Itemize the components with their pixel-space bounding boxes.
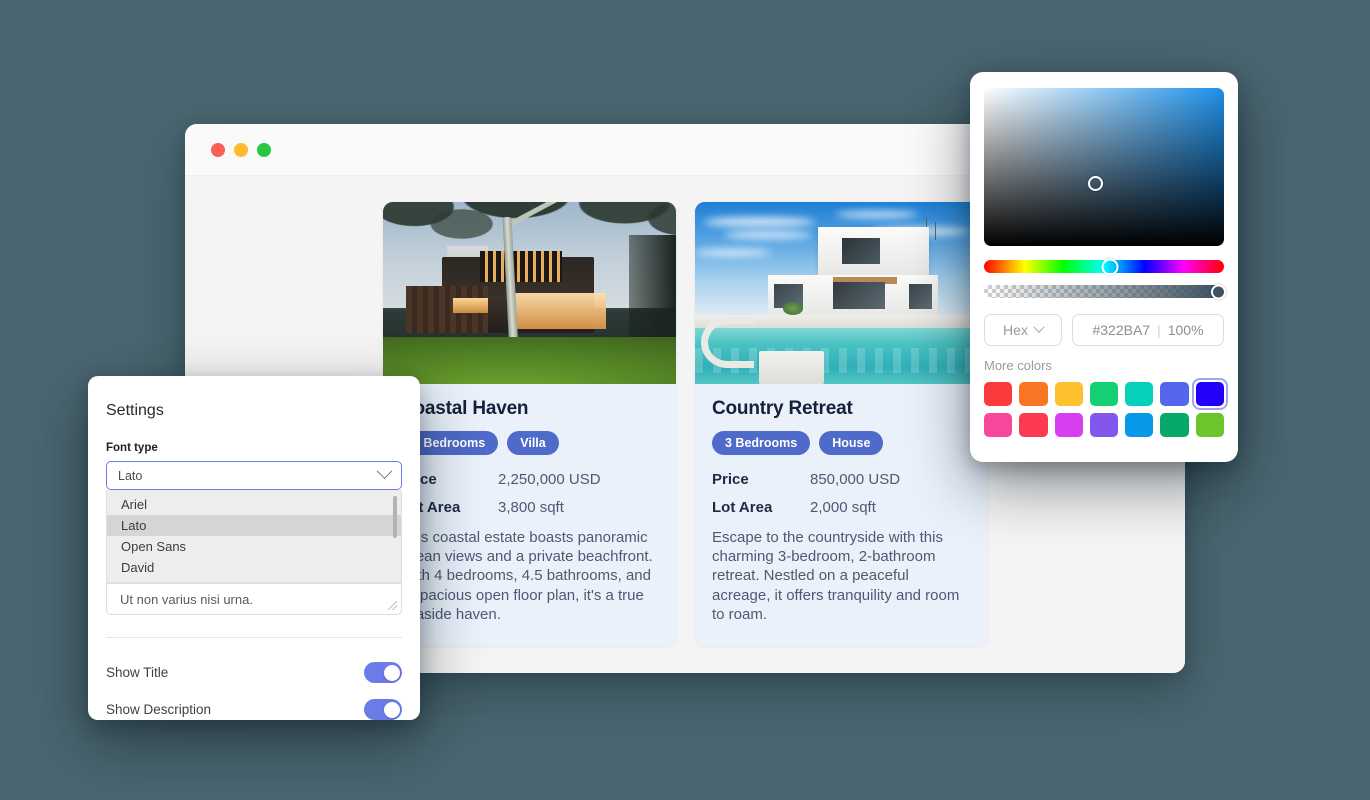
show-description-label: Show Description [106,702,212,717]
opacity-slider-handle[interactable] [1211,284,1226,299]
card-title: Country Retreat [712,398,853,419]
input-separator: | [1157,322,1161,338]
card-badge-group: 4 Bedrooms Villa [400,431,659,455]
color-swatch[interactable] [984,413,1013,437]
font-type-select[interactable]: Lato [106,461,402,490]
swatch-wrap [1089,382,1119,406]
swatch-wrap [1195,413,1224,437]
hex-value-input[interactable]: #322BA7 | 100% [1072,314,1224,346]
dropdown-option-david[interactable]: David [107,557,401,578]
opacity-value-text: 100% [1167,322,1204,338]
dropdown-option-lato[interactable]: Lato [107,515,401,536]
spec-row-price: Price 850,000 USD [712,471,971,488]
swatch-wrap [1160,382,1189,406]
swatch-wrap [1054,413,1083,437]
show-title-row: Show Title [106,654,402,691]
color-swatch[interactable] [1054,413,1083,437]
color-swatch[interactable] [1125,413,1154,437]
card-description: Escape to the countryside with this char… [712,529,960,623]
toggle-knob [383,664,400,681]
card-badge-group: 3 Bedrooms House [712,431,971,455]
spec-label: Lot Area [712,499,773,516]
font-type-dropdown-list: Ariel Lato Open Sans David [106,490,402,583]
badge-property-type: House [819,431,884,455]
badge-bedrooms: 3 Bedrooms [712,431,811,455]
color-swatch[interactable] [1089,413,1119,437]
spec-value: 2,000 sqft [810,499,876,516]
color-picker-panel: Hex #322BA7 | 100% More colors [970,72,1238,462]
dropdown-option-open-sans[interactable]: Open Sans [107,536,401,557]
color-swatch[interactable] [1054,382,1083,406]
dropdown-option-ariel[interactable]: Ariel [107,494,401,515]
swatch-wrap [1054,382,1083,406]
card-content: Coastal Haven 4 Bedrooms Villa Price 2,2… [383,384,676,646]
spec-value: 2,250,000 USD [498,471,601,488]
more-colors-label: More colors [984,358,1052,373]
settings-panel: Settings Font type Lato Ariel Lato Open … [88,376,420,720]
color-swatch[interactable] [1089,382,1119,406]
swatch-wrap [1019,382,1048,406]
chevron-down-icon [376,463,393,480]
swatch-wrap [1019,413,1048,437]
show-description-toggle[interactable] [364,699,402,720]
spec-row-price: Price 2,250,000 USD [400,471,659,488]
spec-row-lot-area: Lot Area 2,000 sqft [712,499,971,516]
spec-value: 3,800 sqft [498,499,564,516]
color-input-row: Hex #322BA7 | 100% [984,314,1224,346]
color-swatch-selected[interactable] [1195,382,1224,406]
swatch-wrap-selected [1191,378,1229,410]
badge-property-type: Villa [507,431,559,455]
color-format-value: Hex [1003,322,1028,338]
swatch-wrap [984,382,1013,406]
swatch-wrap [1125,413,1154,437]
property-card[interactable]: Coastal Haven 4 Bedrooms Villa Price 2,2… [383,202,676,646]
color-swatch[interactable] [1019,382,1048,406]
swatch-wrap [1125,382,1154,406]
color-swatch-grid [984,378,1229,437]
hue-slider-handle[interactable] [1101,258,1119,275]
chevron-down-icon [1033,321,1045,333]
spec-row-lot-area: Lot Area 3,800 sqft [400,499,659,516]
show-description-row: Show Description [106,691,402,720]
show-title-label: Show Title [106,665,169,680]
description-textarea[interactable]: Ut non varius nisi urna. [106,583,402,615]
swatch-wrap [984,413,1013,437]
property-card[interactable]: Country Retreat 3 Bedrooms House Price 8… [695,202,988,646]
color-swatch[interactable] [984,382,1013,406]
resize-handle-icon[interactable] [388,601,397,610]
dropdown-scrollbar[interactable] [393,496,397,538]
textarea-value: Ut non varius nisi urna. [120,591,253,607]
property-image-country-retreat [695,202,988,384]
spec-value: 850,000 USD [810,471,901,488]
hue-slider[interactable] [984,258,1224,275]
swatch-wrap [1089,413,1119,437]
toggle-knob [383,701,400,718]
saturation-value-area[interactable] [984,88,1224,246]
card-description: This coastal estate boasts panoramic oce… [400,529,653,623]
settings-divider [106,637,402,638]
opacity-slider[interactable] [984,284,1226,299]
color-swatch[interactable] [1160,413,1189,437]
property-image-coastal-haven [383,202,676,384]
minimize-window-icon[interactable] [234,142,248,157]
spec-label: Price [712,471,749,488]
close-window-icon[interactable] [211,142,225,157]
color-swatch[interactable] [1195,413,1224,437]
font-type-label: Font type [106,442,158,454]
card-title: Coastal Haven [400,398,529,419]
settings-panel-title: Settings [106,402,164,419]
color-swatch[interactable] [1160,382,1189,406]
hex-value-text: #322BA7 [1092,322,1151,338]
show-title-toggle[interactable] [364,662,402,683]
card-content: Country Retreat 3 Bedrooms House Price 8… [695,384,988,646]
screenshot-stage: Coastal Haven 4 Bedrooms Villa Price 2,2… [0,0,1370,800]
color-format-select[interactable]: Hex [984,314,1062,346]
swatch-wrap [1160,413,1189,437]
saturation-value-handle[interactable] [1088,176,1103,191]
maximize-window-icon[interactable] [257,142,271,157]
color-swatch[interactable] [1019,413,1048,437]
color-swatch[interactable] [1125,382,1154,406]
font-type-selected-value: Lato [118,468,143,483]
traffic-light-group [211,142,271,157]
